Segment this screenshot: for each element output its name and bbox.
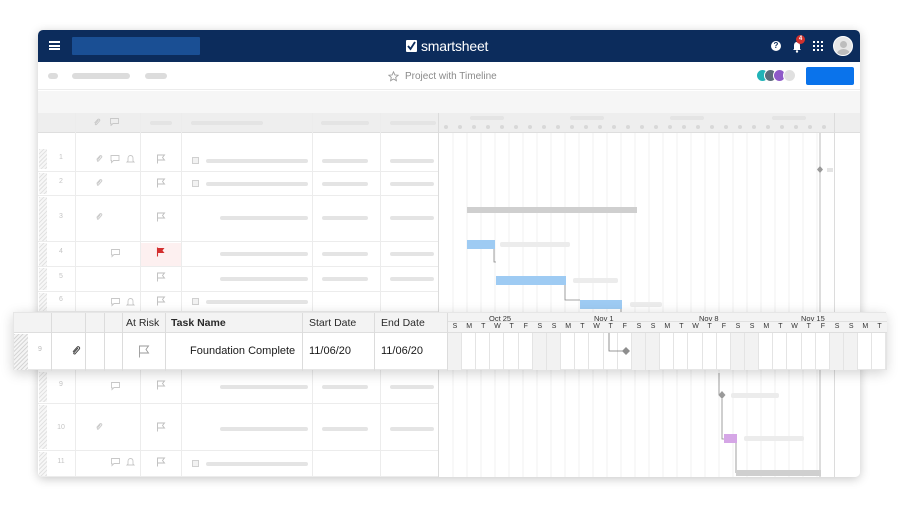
day-label: M <box>565 323 572 330</box>
top-navigation-bar: smartsheet ? 4 <box>38 30 860 62</box>
logo-check-icon <box>406 40 417 52</box>
task-name-cell[interactable]: Foundation Complete <box>190 345 295 357</box>
timeline-panel: Oct 25 Nov 1 Nov 8 Nov 15 S M T W T F S S M T W T F S… <box>448 313 887 370</box>
day-label: F <box>622 323 627 330</box>
day-label: S <box>749 323 755 330</box>
comment-icon <box>110 118 119 128</box>
day-label: T <box>877 323 882 330</box>
task-name-header[interactable]: Task Name <box>171 317 226 329</box>
start-date-cell[interactable]: 11/06/20 <box>309 345 351 357</box>
day-label: T <box>481 323 486 330</box>
sheet-title-text: Project with Timeline <box>405 70 497 82</box>
collaborator-avatar[interactable] <box>783 69 796 82</box>
day-label: M <box>466 323 473 330</box>
day-label: W <box>791 323 798 330</box>
day-label: W <box>494 323 501 330</box>
start-date-header[interactable]: Start Date <box>309 317 356 329</box>
day-label: F <box>523 323 528 330</box>
collaborator-avatars[interactable] <box>756 69 804 83</box>
row-number: 9 <box>38 346 42 353</box>
topbar-actions: ? 4 <box>771 35 853 57</box>
grid-header <box>38 113 860 133</box>
at-risk-flag-icon[interactable] <box>138 345 150 358</box>
help-icon[interactable]: ? <box>771 41 781 51</box>
sheet-title: Project with Timeline <box>388 62 497 90</box>
notification-count-badge: 4 <box>796 35 805 44</box>
day-label: T <box>707 323 712 330</box>
day-label: S <box>650 323 656 330</box>
month-label: Nov 15 <box>801 314 825 323</box>
day-label: T <box>509 323 514 330</box>
menu-icon[interactable] <box>49 41 60 50</box>
attachment-icon[interactable] <box>71 345 81 357</box>
day-label: S <box>636 323 642 330</box>
share-button[interactable] <box>806 67 854 85</box>
month-label: Nov 1 <box>594 314 614 323</box>
favorite-star-icon[interactable] <box>388 70 399 82</box>
toolbar-strip <box>38 91 860 113</box>
day-label: F <box>721 323 726 330</box>
day-label: F <box>820 323 826 330</box>
milestone-marker <box>608 333 630 355</box>
month-label: Oct 25 <box>489 314 512 323</box>
day-label: T <box>580 323 585 330</box>
workspace-search-box[interactable] <box>72 37 200 55</box>
back-placeholder[interactable] <box>48 73 58 79</box>
sheet-header-bar: Project with Timeline <box>38 62 860 90</box>
end-date-cell[interactable]: 11/06/20 <box>381 345 423 357</box>
day-label: S <box>848 323 854 330</box>
highlighted-task-row[interactable]: 9 At Risk Task Name Start Date End Date … <box>13 312 887 371</box>
day-label: M <box>664 323 671 330</box>
day-label: S <box>834 323 840 330</box>
at-risk-flag-icon[interactable] <box>156 247 166 257</box>
day-label: S <box>735 323 741 330</box>
sheet-grid-background: 1 2 3 4 5 6 9 10 11 <box>38 113 860 477</box>
gantt-bars <box>467 133 833 477</box>
notifications-bell-icon[interactable]: 4 <box>791 35 805 53</box>
breadcrumb-placeholder[interactable] <box>72 73 130 79</box>
smartsheet-logo: smartsheet <box>406 37 488 55</box>
end-date-header[interactable]: End Date <box>381 317 425 329</box>
day-label: T <box>778 323 783 330</box>
app-launcher-icon[interactable] <box>813 41 823 51</box>
day-label: W <box>692 323 699 330</box>
attachment-icon <box>93 118 101 129</box>
day-label: T <box>806 323 811 330</box>
menu-placeholder[interactable] <box>145 73 167 79</box>
user-avatar[interactable] <box>833 36 853 56</box>
page: smartsheet ? 4 Project with Timeline 1 2… <box>0 0 898 506</box>
day-label: M <box>862 323 869 330</box>
day-label: S <box>452 323 458 330</box>
day-label: T <box>608 323 613 330</box>
day-label: M <box>763 323 770 330</box>
smartsheet-window: smartsheet ? 4 Project with Timeline 1 2… <box>38 30 860 477</box>
day-label: S <box>551 323 557 330</box>
day-label: W <box>593 323 600 330</box>
month-label: Nov 8 <box>699 314 719 323</box>
brand-name: smartsheet <box>421 38 489 54</box>
at-risk-header[interactable]: At Risk <box>126 317 159 329</box>
day-label: S <box>537 323 543 330</box>
day-label: T <box>679 323 684 330</box>
